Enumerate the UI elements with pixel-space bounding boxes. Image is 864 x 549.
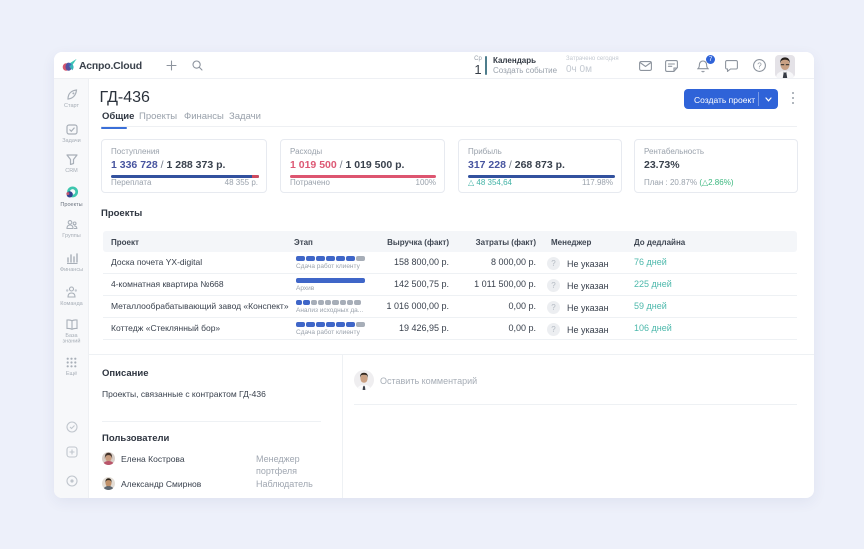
svg-text:?: ? <box>757 61 762 70</box>
